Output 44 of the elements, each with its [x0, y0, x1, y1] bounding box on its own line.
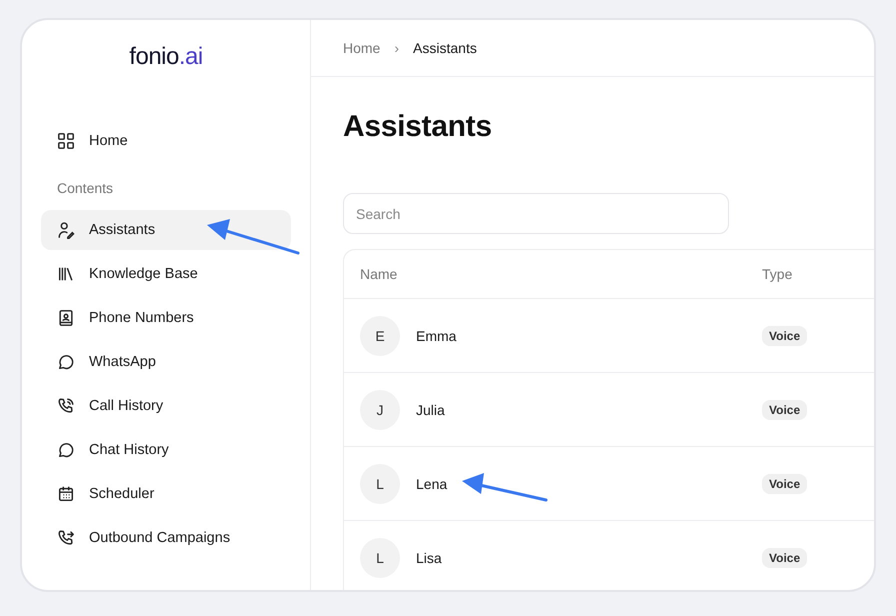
table-row[interactable]: L Lisa Voice — [344, 520, 874, 590]
avatar: L — [360, 464, 400, 504]
assistant-name: Julia — [416, 402, 445, 418]
logo-suffix: .ai — [178, 43, 203, 70]
sidebar-item[interactable]: Outbound Campaigns — [41, 518, 291, 558]
column-header: Type — [762, 266, 794, 282]
chat-bubble-icon — [57, 353, 75, 371]
calendar-icon — [57, 485, 75, 503]
chat-bubble-icon — [57, 441, 75, 459]
type-tag: Voice — [762, 474, 808, 494]
breadcrumb-link[interactable]: Assistants — [413, 40, 477, 56]
phone-icon — [57, 397, 75, 415]
breadcrumb-separator: › — [394, 40, 400, 56]
type-tag: Voice — [762, 326, 808, 346]
sidebar-item[interactable]: Home — [41, 121, 291, 161]
sidebar-item[interactable]: Phone Numbers — [41, 298, 291, 338]
sidebar-item[interactable]: Assistants — [41, 210, 291, 250]
table-row[interactable]: E Emma Voice — [344, 298, 874, 372]
column-header: Name — [359, 266, 398, 282]
user-pen-icon — [57, 221, 75, 239]
avatar: L — [360, 538, 400, 578]
contact-book-icon — [57, 309, 75, 327]
logo-wordmark: fonio — [129, 43, 179, 70]
phone-outgoing-icon — [57, 529, 75, 547]
type-tag: Voice — [762, 548, 808, 568]
sidebar-item[interactable]: Chat History — [41, 430, 291, 470]
search-field[interactable]: Search — [343, 193, 729, 234]
table-row[interactable]: L Lena Voice — [344, 446, 874, 520]
breadcrumb-link[interactable]: Home — [343, 40, 380, 56]
table-row[interactable]: J Julia Voice — [344, 372, 874, 446]
sidebar-item[interactable]: WhatsApp — [41, 342, 291, 382]
assistant-name: Lena — [416, 476, 448, 492]
type-tag: Voice — [762, 400, 808, 420]
sidebar-item[interactable]: Scheduler — [41, 474, 291, 514]
avatar: J — [360, 390, 400, 430]
avatar: E — [360, 316, 400, 356]
sidebar-item[interactable]: Call History — [41, 386, 291, 426]
books-icon — [57, 265, 75, 283]
page-title: Assistants — [343, 110, 493, 144]
assistant-name: Lisa — [416, 550, 442, 566]
grid-icon — [57, 132, 75, 150]
section-label: Contents — [56, 179, 114, 198]
assistant-name: Emma — [416, 328, 456, 344]
sidebar-item[interactable]: Knowledge Base — [41, 254, 291, 294]
